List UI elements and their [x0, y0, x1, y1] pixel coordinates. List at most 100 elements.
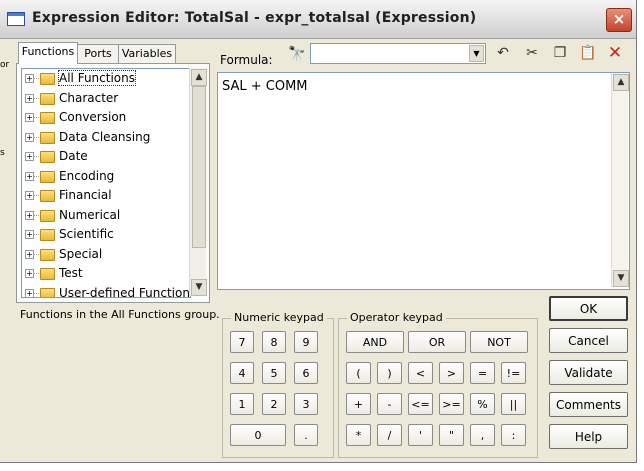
scroll-down-icon[interactable]: ▼ [613, 270, 629, 287]
cancel-button[interactable]: Cancel [549, 328, 628, 353]
tree-item[interactable]: + Character [22, 89, 190, 108]
numeric-key[interactable]: 5 [262, 362, 286, 384]
tree-item[interactable]: + All Functions [22, 69, 190, 88]
undo-icon[interactable]: ↶ [494, 44, 512, 62]
operator-key[interactable]: % [470, 393, 495, 415]
tree-item[interactable]: + Financial [22, 186, 190, 205]
edge-fragment: s [0, 148, 5, 158]
operator-key[interactable]: , [470, 424, 495, 446]
numeric-key[interactable]: 9 [294, 331, 318, 353]
scroll-thumb[interactable] [192, 86, 206, 248]
operator-key[interactable]: ) [377, 362, 402, 384]
numeric-key[interactable]: 3 [294, 393, 318, 415]
tree-item-label: Numerical [59, 207, 121, 222]
numeric-key[interactable]: 8 [262, 331, 286, 353]
folder-icon [40, 73, 55, 85]
scroll-up-icon[interactable]: ▲ [191, 69, 207, 86]
operator-key[interactable]: >= [439, 393, 464, 415]
operator-key[interactable]: OR [408, 331, 466, 353]
window-title: Expression Editor: TotalSal - expr_total… [32, 10, 477, 26]
operator-key[interactable]: || [501, 393, 526, 415]
operator-key[interactable]: != [501, 362, 526, 384]
operator-key[interactable]: - [377, 393, 402, 415]
paste-icon[interactable]: 📋 [579, 44, 597, 62]
scroll-down-icon[interactable]: ▼ [191, 279, 207, 296]
operator-key[interactable]: < [408, 362, 433, 384]
operator-keypad-title: Operator keypad [347, 311, 446, 324]
operator-key[interactable]: / [377, 424, 402, 446]
tree-connector [33, 195, 39, 196]
tree-connector [33, 175, 39, 177]
tree-scrollbar[interactable]: ▲ ▼ [189, 68, 207, 296]
operator-key[interactable]: <= [408, 393, 433, 415]
tree-item-label: Test [59, 266, 83, 280]
tree-item[interactable]: + User-defined Functions [22, 284, 191, 298]
numeric-key[interactable]: 4 [230, 362, 254, 384]
formula-editor[interactable]: SAL + COMM ▲ ▼ [217, 72, 630, 290]
folder-icon [40, 190, 55, 202]
tree-item[interactable]: + Date [22, 147, 190, 166]
tree-item[interactable]: + Special [22, 245, 190, 264]
close-button[interactable]: × [606, 8, 632, 32]
ok-button[interactable]: OK [549, 296, 628, 321]
operator-key[interactable]: ' [408, 424, 433, 446]
operator-key[interactable]: AND [346, 331, 404, 353]
tree-item-label: Special [59, 246, 103, 261]
tree-item-label: User-defined Functions [59, 285, 191, 298]
operator-key[interactable]: + [346, 393, 371, 415]
formula-label: Formula: [220, 53, 273, 67]
operator-key[interactable]: = [470, 362, 495, 384]
operator-key[interactable]: NOT [470, 331, 528, 353]
numeric-key[interactable]: 7 [230, 331, 254, 353]
copy-icon[interactable]: ❐ [551, 44, 569, 62]
numeric-key[interactable]: 1 [230, 393, 254, 415]
edge-fragment: or [0, 60, 10, 70]
operator-key[interactable]: > [439, 362, 464, 384]
window-icon [7, 12, 25, 26]
folder-icon [40, 209, 55, 222]
numeric-key[interactable]: 6 [294, 362, 318, 384]
operator-key[interactable]: ( [346, 362, 371, 384]
tab-ports[interactable]: Ports [77, 44, 119, 63]
numeric-key[interactable]: . [294, 424, 318, 446]
tree-item-label: Data Cleansing [59, 129, 151, 144]
tree-item[interactable]: + Test [22, 264, 190, 283]
validate-button[interactable]: Validate [549, 360, 628, 385]
tree-item-label: All Functions [58, 70, 136, 86]
tree-connector [33, 253, 39, 255]
tree-item-label: Date [59, 149, 88, 163]
operator-key[interactable]: " [439, 424, 464, 446]
folder-icon [40, 131, 55, 144]
formula-text[interactable]: SAL + COMM [222, 79, 308, 94]
operator-key[interactable]: * [346, 424, 371, 446]
tree-item[interactable]: + Encoding [22, 167, 190, 186]
search-combo[interactable]: ▼ [310, 43, 486, 64]
tree-item-label: Scientific [59, 227, 114, 241]
tree-item-label: Financial [59, 188, 112, 202]
function-tree[interactable]: + All Functions + Character + Conversion + Data… [21, 68, 191, 298]
tree-item[interactable]: + Data Cleansing [22, 128, 190, 147]
tab-variables[interactable]: Variables [118, 44, 176, 63]
numeric-key[interactable]: 2 [262, 393, 286, 415]
tab-functions[interactable]: Functions [18, 42, 78, 64]
cut-icon[interactable]: ✂ [523, 44, 541, 62]
folder-icon [40, 229, 55, 241]
tree-item[interactable]: + Numerical [22, 206, 190, 225]
tree-item[interactable]: + Conversion [22, 108, 190, 127]
tree-connector [33, 234, 39, 235]
tree-connector [33, 117, 39, 118]
editor-scrollbar[interactable]: ▲ ▼ [611, 73, 629, 287]
find-icon[interactable]: 🔭 [288, 46, 305, 62]
folder-icon [40, 287, 55, 297]
comments-button[interactable]: Comments [549, 392, 628, 417]
tree-connector [33, 292, 39, 294]
scroll-up-icon[interactable]: ▲ [613, 74, 629, 91]
title-bar[interactable]: Expression Editor: TotalSal - expr_total… [0, 0, 636, 39]
tree-item[interactable]: + Scientific [22, 225, 190, 244]
delete-icon[interactable]: ✕ [606, 44, 624, 62]
numeric-key[interactable]: 0 [230, 424, 286, 446]
operator-key[interactable]: : [501, 424, 526, 446]
tree-connector [33, 78, 39, 79]
help-button[interactable]: Help [549, 424, 628, 449]
chevron-down-icon[interactable]: ▼ [469, 45, 484, 62]
